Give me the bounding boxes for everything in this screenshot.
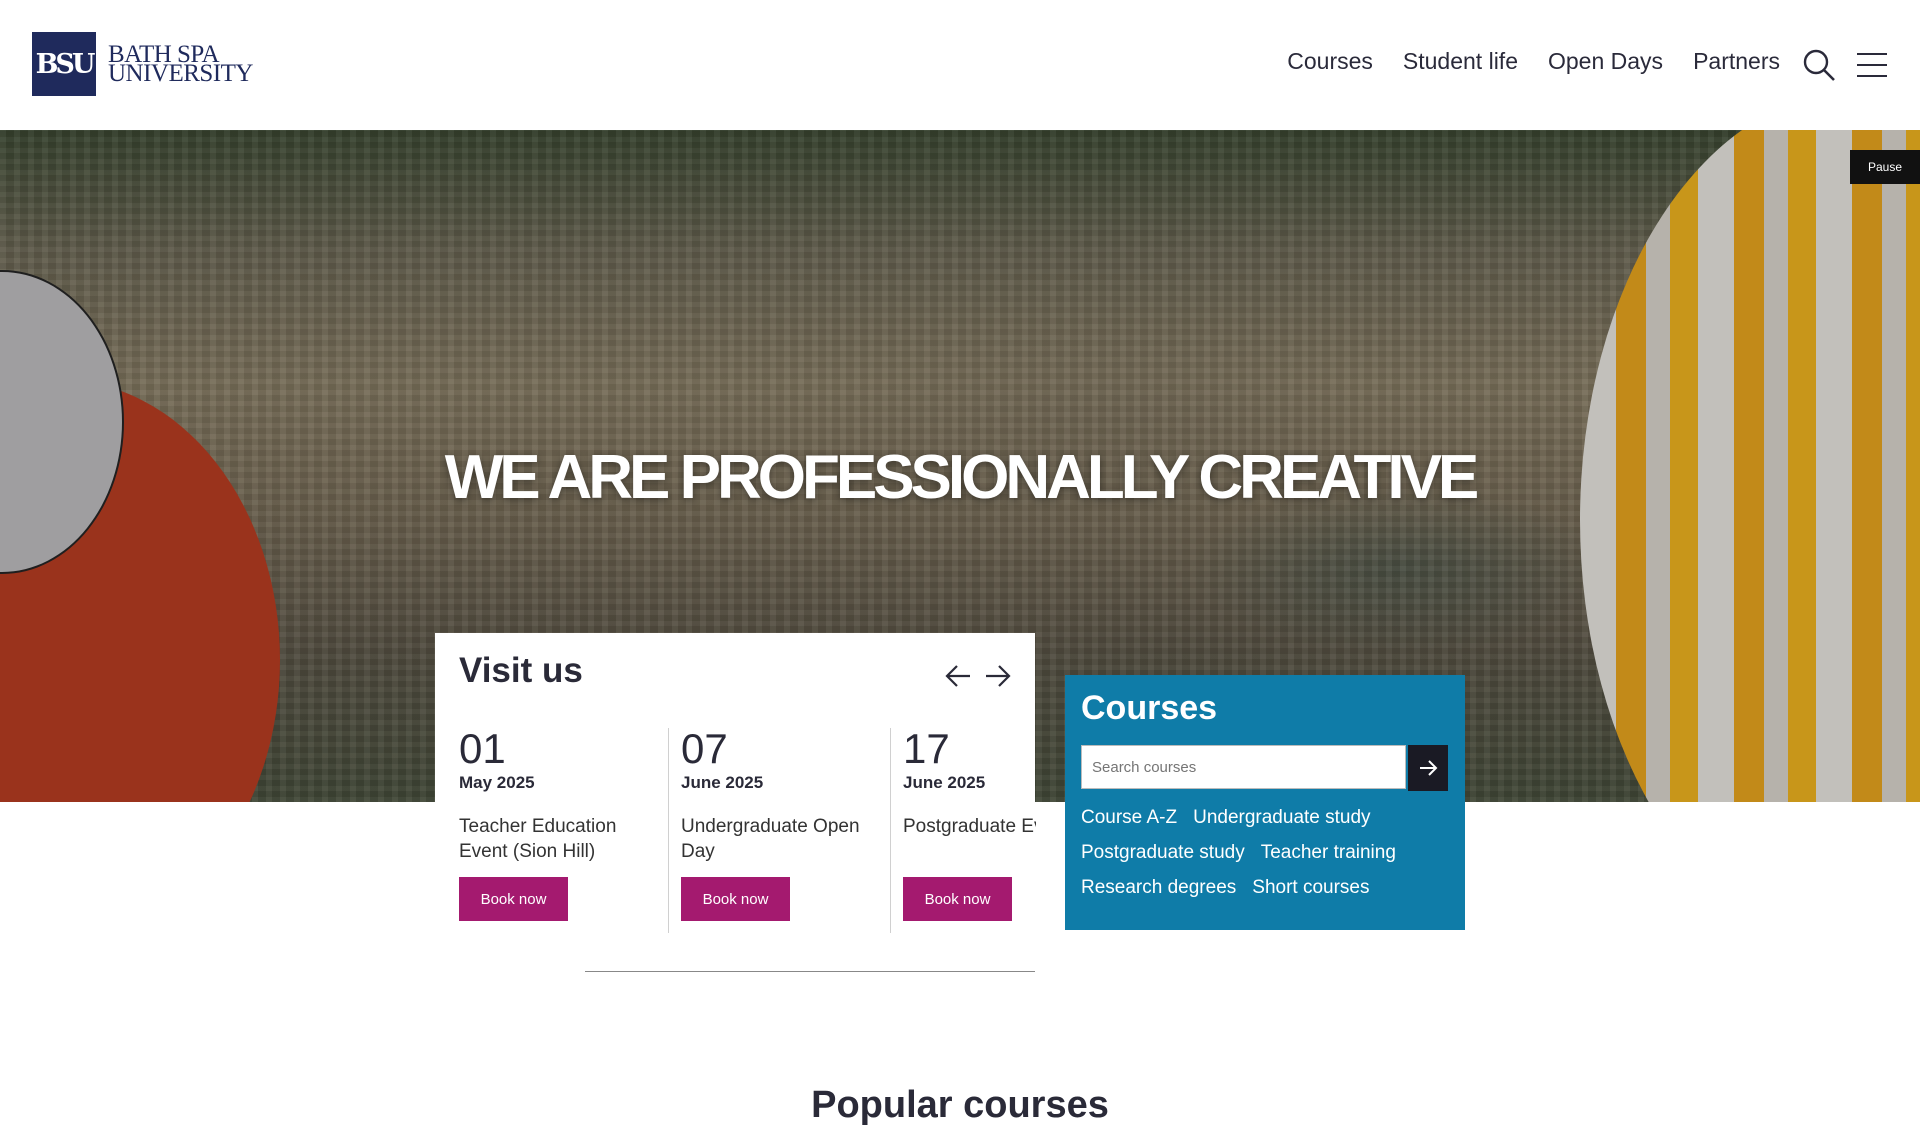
link-short-courses[interactable]: Short courses <box>1252 875 1369 901</box>
nav-partners[interactable]: Partners <box>1693 48 1780 75</box>
link-teacher-training[interactable]: Teacher training <box>1261 840 1396 866</box>
visit-us-card: Visit us 01 May 2025 Teacher Education E… <box>435 633 1036 933</box>
event-title: Undergraduate Open Day <box>681 816 860 862</box>
logo-line-2: UNIVERSITY <box>108 60 254 87</box>
logo-wordmark: BATH SPA UNIVERSITY <box>108 42 254 87</box>
event-month: June 2025 <box>681 773 764 792</box>
event-title: Teacher Education Event (Sion Hill) <box>459 816 617 862</box>
link-postgraduate-study[interactable]: Postgraduate study <box>1081 840 1245 866</box>
hero-title: WE ARE PROFESSIONALLY CREATIVE <box>444 442 1480 512</box>
link-research-degrees[interactable]: Research degrees <box>1081 875 1236 901</box>
event-day: 01 <box>459 725 506 772</box>
site-header: BSU BATH SPA UNIVERSITY Courses Student … <box>0 0 1920 130</box>
event-item: 07 June 2025 Undergraduate Open Day Book… <box>668 728 881 933</box>
arrow-right-icon[interactable] <box>983 661 1013 691</box>
course-search-input[interactable] <box>1081 745 1406 789</box>
nav-courses[interactable]: Courses <box>1287 48 1373 75</box>
event-day: 07 <box>681 725 728 772</box>
logo-mark: BSU <box>32 32 96 96</box>
logo[interactable]: BSU BATH SPA UNIVERSITY <box>32 32 254 96</box>
book-now-button[interactable]: Book now <box>459 877 568 921</box>
course-links: Course A-Z Undergraduate study Postgradu… <box>1081 805 1461 901</box>
courses-panel: Courses Course A-Z Undergraduate study P… <box>1065 675 1465 930</box>
hamburger-menu-icon[interactable] <box>1856 50 1888 80</box>
book-now-button[interactable]: Book now <box>903 877 1012 921</box>
nav-student-life[interactable]: Student life <box>1403 48 1518 75</box>
nav-open-days[interactable]: Open Days <box>1548 48 1663 75</box>
carousel-progress-line <box>585 971 1035 972</box>
courses-title: Courses <box>1081 689 1218 727</box>
popular-courses-heading: Popular courses <box>811 1083 1109 1126</box>
book-now-button[interactable]: Book now <box>681 877 790 921</box>
visit-us-title: Visit us <box>459 651 583 690</box>
pause-button[interactable]: Pause <box>1850 150 1920 184</box>
link-undergraduate-study[interactable]: Undergraduate study <box>1193 805 1370 831</box>
event-title: Postgraduate Evening <box>903 816 1036 837</box>
event-item: 17 June 2025 Postgraduate Evening Book n… <box>890 728 1036 933</box>
course-search-submit-button[interactable] <box>1408 745 1448 791</box>
event-item: 01 May 2025 Teacher Education Event (Sio… <box>459 728 659 933</box>
main-nav: Courses Student life Open Days Partners <box>1287 48 1780 75</box>
event-day: 17 <box>903 728 950 772</box>
event-month: May 2025 <box>459 773 535 792</box>
link-course-a-z[interactable]: Course A-Z <box>1081 805 1177 831</box>
arrow-right-icon <box>1420 760 1438 776</box>
event-month: June 2025 <box>903 773 986 792</box>
arrow-left-icon[interactable] <box>943 661 973 691</box>
search-icon[interactable] <box>1802 48 1836 82</box>
